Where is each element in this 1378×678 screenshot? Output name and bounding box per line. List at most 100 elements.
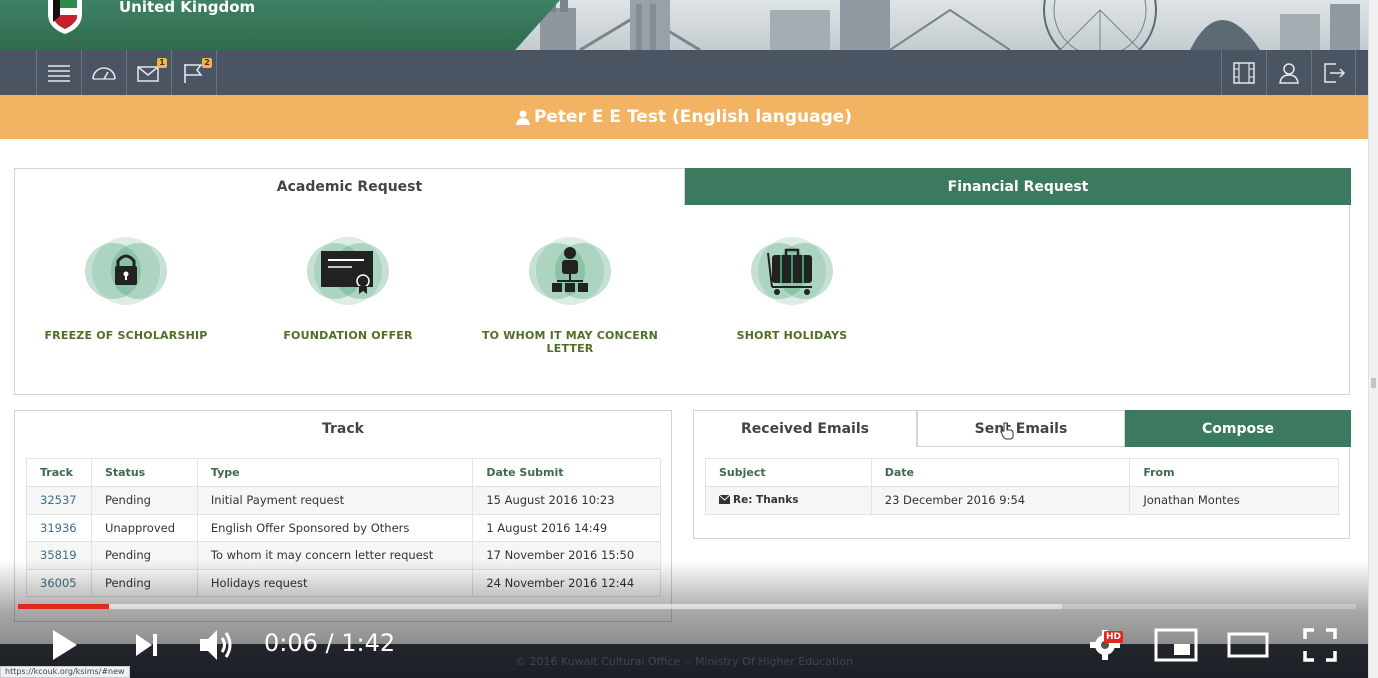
status-cell: Pending: [90, 568, 198, 597]
request-foundation-offer[interactable]: FOUNDATION OFFER: [237, 231, 459, 342]
type-cell: To whom it may concern letter request: [196, 541, 474, 570]
speedometer-icon: [92, 66, 116, 80]
date-cell: 17 November 2016 15:50: [472, 541, 661, 570]
status-bar-url: https://kcouk.org/ksims/#new: [0, 666, 130, 678]
profile-button[interactable]: [1266, 50, 1311, 95]
logout-icon: [1323, 62, 1345, 83]
table-row[interactable]: 35819 Pending To whom it may concern let…: [26, 541, 661, 570]
tab-sent-emails[interactable]: Sent Emails: [917, 410, 1125, 447]
user-name: Peter E E Test (English language): [533, 107, 853, 127]
email-panel: Received Emails Sent Emails Compose Subj…: [693, 410, 1351, 539]
table-row[interactable]: 36005 Pending Holidays request 24 Novemb…: [26, 568, 661, 597]
hd-badge: HD: [1104, 631, 1124, 643]
hand-cursor-icon: [1000, 422, 1014, 440]
track-id-link[interactable]: 35819: [26, 541, 92, 570]
settings-button[interactable]: [1082, 622, 1128, 668]
flags-count-badge: 2: [202, 58, 212, 68]
type-cell: Initial Payment request: [196, 486, 474, 515]
status-cell: Pending: [90, 541, 198, 570]
luggage-icon: [751, 237, 833, 305]
type-cell: Holidays request: [196, 568, 474, 597]
table-row[interactable]: 31936 Unapproved English Offer Sponsored…: [26, 513, 661, 542]
page: United Kingdom 1 2 Peter E E Test (Engli…: [0, 0, 1378, 678]
page-scrollbar[interactable]: [1368, 0, 1378, 678]
miniplayer-button[interactable]: [1152, 622, 1200, 668]
track-id-link[interactable]: 32537: [26, 486, 92, 515]
type-cell: English Offer Sponsored by Others: [196, 513, 474, 542]
track-id-link[interactable]: 36005: [26, 568, 92, 597]
toolbar-divider: [216, 50, 217, 95]
column-header-subject[interactable]: Subject: [705, 458, 872, 487]
request-short-holidays[interactable]: SHORT HOLIDAYS: [681, 231, 903, 342]
email-table: Subject Date From Re: Thanks 23 December…: [705, 458, 1339, 515]
play-button[interactable]: [44, 622, 84, 668]
track-id-link[interactable]: 31936: [26, 513, 92, 542]
track-title: Track: [322, 421, 364, 437]
request-item-label: TO WHOM IT MAY CONCERN LETTER: [481, 329, 659, 355]
dashboard-button[interactable]: [81, 50, 126, 95]
logout-button[interactable]: [1311, 50, 1356, 95]
email-subject: Re: Thanks: [733, 494, 799, 507]
video-progress-bar[interactable]: [18, 604, 1356, 609]
table-header-row: Track Status Type Date Submit: [26, 458, 661, 487]
envelope-icon: [718, 494, 731, 505]
video-buffered-bar: [18, 604, 1062, 609]
table-row[interactable]: 32537 Pending Initial Payment request 15…: [26, 486, 661, 515]
tab-received-emails[interactable]: Received Emails: [693, 410, 917, 447]
tab-academic-request[interactable]: Academic Request: [14, 168, 685, 205]
request-freeze-scholarship[interactable]: FREEZE OF SCHOLARSHIP: [15, 231, 237, 342]
from-cell: Jonathan Montes: [1129, 486, 1339, 515]
request-item-label: SHORT HOLIDAYS: [736, 329, 848, 342]
track-table: Track Status Type Date Submit 32537 Pend…: [26, 458, 661, 597]
volume-button[interactable]: [192, 622, 242, 668]
skip-next-icon: [136, 634, 157, 656]
column-header-date[interactable]: Date: [870, 458, 1131, 487]
flags-button[interactable]: 2: [171, 50, 216, 95]
theater-mode-button[interactable]: [1224, 622, 1272, 668]
column-header-date-submit[interactable]: Date Submit: [472, 458, 661, 487]
country-label: United Kingdom: [119, 0, 256, 16]
header-banner: United Kingdom: [0, 0, 1368, 50]
date-cell: 24 November 2016 12:44: [472, 568, 661, 597]
request-panel: Academic Request Financial Request FREEZ…: [14, 168, 1351, 395]
messages-count-badge: 1: [157, 58, 167, 68]
volume-icon: [200, 630, 232, 660]
subject-cell[interactable]: Re: Thanks: [705, 486, 872, 515]
date-cell: 23 December 2016 9:54: [870, 486, 1131, 515]
status-cell: Unapproved: [90, 513, 198, 542]
film-icon: [1233, 61, 1255, 84]
user-bar: Peter E E Test (English language): [0, 95, 1368, 139]
request-to-whom-it-may-concern[interactable]: TO WHOM IT MAY CONCERN LETTER: [459, 231, 681, 355]
table-row[interactable]: Re: Thanks 23 December 2016 9:54 Jonatha…: [705, 486, 1339, 515]
video-time-display: 0:06 / 1:42: [264, 629, 396, 657]
media-button[interactable]: [1221, 50, 1266, 95]
menu-button[interactable]: [36, 50, 81, 95]
compose-button[interactable]: Compose: [1125, 410, 1351, 447]
london-skyline-image: [540, 0, 1360, 50]
org-chart-icon: [529, 237, 611, 305]
miniplayer-icon: [1154, 628, 1198, 662]
fullscreen-button[interactable]: [1296, 622, 1344, 668]
next-button[interactable]: [126, 622, 166, 668]
play-icon: [53, 630, 77, 660]
table-header-row: Subject Date From: [705, 458, 1339, 487]
status-cell: Pending: [90, 486, 198, 515]
scrollbar-thumb[interactable]: [1371, 378, 1376, 388]
column-header-type[interactable]: Type: [196, 458, 474, 487]
messages-button[interactable]: 1: [126, 50, 171, 95]
theater-mode-icon: [1227, 632, 1269, 658]
column-header-status[interactable]: Status: [90, 458, 198, 487]
kuwait-crest-icon: [48, 0, 82, 34]
lock-icon: [85, 237, 167, 305]
fullscreen-icon: [1303, 628, 1337, 662]
column-header-track[interactable]: Track: [26, 458, 92, 487]
video-played-bar: [18, 604, 109, 609]
user-icon: [515, 110, 530, 125]
toolbar: 1 2: [0, 50, 1368, 95]
tab-financial-request[interactable]: Financial Request: [685, 168, 1351, 205]
column-header-from[interactable]: From: [1129, 458, 1339, 487]
date-cell: 15 August 2016 10:23: [472, 486, 661, 515]
footer-copyright: © 2016 Kuwait Cultural Office -- Ministr…: [514, 654, 854, 668]
user-icon: [1279, 62, 1299, 84]
hamburger-icon: [48, 64, 70, 82]
